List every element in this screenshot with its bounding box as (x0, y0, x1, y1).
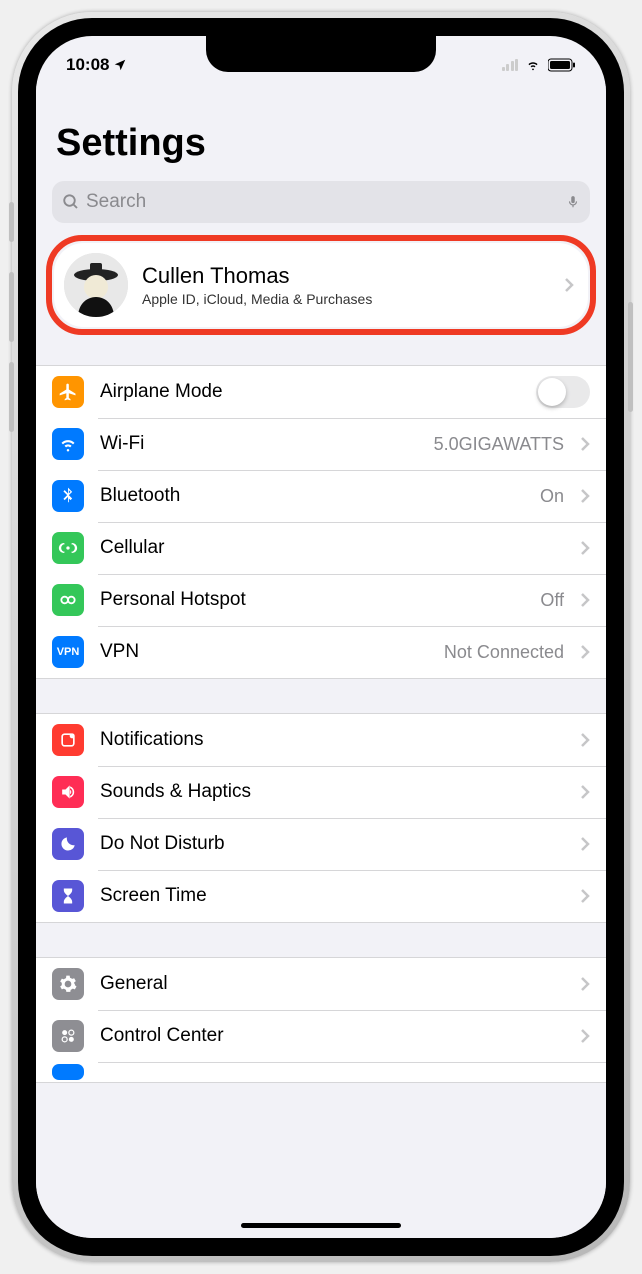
bluetooth-row[interactable]: Bluetooth On (36, 470, 606, 522)
sounds-row[interactable]: Sounds & Haptics (36, 766, 606, 818)
wifi-value: 5.0GIGAWATTS (434, 434, 564, 455)
partial-icon (52, 1064, 84, 1080)
chevron-right-icon (580, 836, 590, 852)
control-center-label: Control Center (100, 1025, 564, 1047)
highlight-profile: Cullen Thomas Apple ID, iCloud, Media & … (46, 235, 596, 335)
chevron-right-icon (580, 732, 590, 748)
hourglass-icon (52, 880, 84, 912)
volume-down-button (9, 362, 14, 432)
general-label: General (100, 973, 564, 995)
bluetooth-value: On (540, 486, 564, 507)
hotspot-row[interactable]: Personal Hotspot Off (36, 574, 606, 626)
hotspot-label: Personal Hotspot (100, 589, 524, 611)
device-frame: 10:08 Settings (12, 12, 630, 1262)
location-icon (113, 58, 127, 72)
vpn-icon: VPN (52, 636, 84, 668)
chevron-right-icon (580, 784, 590, 800)
chevron-right-icon (580, 436, 590, 452)
sounds-icon (52, 776, 84, 808)
profile-subtitle: Apple ID, iCloud, Media & Purchases (142, 291, 550, 307)
screentime-label: Screen Time (100, 885, 564, 907)
airplane-mode-row[interactable]: Airplane Mode (36, 366, 606, 418)
mic-icon[interactable] (566, 192, 580, 212)
wifi-row[interactable]: Wi-Fi 5.0GIGAWATTS (36, 418, 606, 470)
chevron-right-icon (580, 888, 590, 904)
partial-row[interactable] (36, 1062, 606, 1082)
airplane-mode-toggle[interactable] (536, 376, 590, 408)
wifi-icon (524, 58, 542, 72)
page-title: Settings (36, 84, 606, 175)
sounds-label: Sounds & Haptics (100, 781, 564, 803)
mute-switch (9, 202, 14, 242)
vpn-label: VPN (100, 641, 428, 663)
volume-up-button (9, 272, 14, 342)
cellular-icon (52, 532, 84, 564)
vpn-row[interactable]: VPN VPN Not Connected (36, 626, 606, 678)
vpn-value: Not Connected (444, 642, 564, 663)
status-time: 10:08 (66, 55, 109, 75)
cellular-label: Cellular (100, 537, 564, 559)
notch (206, 36, 436, 72)
general-row[interactable]: General (36, 958, 606, 1010)
chevron-right-icon (564, 277, 574, 293)
settings-group-connectivity: Airplane Mode Wi-Fi 5.0GIGAWATTS (36, 365, 606, 679)
battery-icon (548, 58, 576, 72)
chevron-right-icon (580, 488, 590, 504)
screentime-row[interactable]: Screen Time (36, 870, 606, 922)
airplane-mode-label: Airplane Mode (100, 381, 520, 403)
control-center-icon (52, 1020, 84, 1052)
wifi-label: Wi-Fi (100, 433, 418, 455)
moon-icon (52, 828, 84, 860)
chevron-right-icon (580, 540, 590, 556)
chevron-right-icon (580, 644, 590, 660)
notifications-icon (52, 724, 84, 756)
chevron-right-icon (580, 1028, 590, 1044)
notifications-label: Notifications (100, 729, 564, 751)
hotspot-icon (52, 584, 84, 616)
bluetooth-icon (52, 480, 84, 512)
search-input[interactable] (86, 191, 560, 213)
dnd-row[interactable]: Do Not Disturb (36, 818, 606, 870)
settings-group-notifications: Notifications Sounds & Haptics (36, 713, 606, 923)
profile-name: Cullen Thomas (142, 263, 550, 289)
home-indicator[interactable] (241, 1223, 401, 1228)
chevron-right-icon (580, 976, 590, 992)
gear-icon (52, 968, 84, 1000)
cellular-signal-icon (502, 59, 519, 71)
search-icon (62, 193, 80, 211)
airplane-icon (52, 376, 84, 408)
apple-id-row[interactable]: Cullen Thomas Apple ID, iCloud, Media & … (54, 243, 588, 327)
wifi-row-icon (52, 428, 84, 460)
hotspot-value: Off (540, 590, 564, 611)
dnd-label: Do Not Disturb (100, 833, 564, 855)
control-center-row[interactable]: Control Center (36, 1010, 606, 1062)
side-button (628, 302, 633, 412)
avatar (64, 253, 128, 317)
search-bar[interactable] (52, 181, 590, 223)
chevron-right-icon (580, 592, 590, 608)
bluetooth-label: Bluetooth (100, 485, 524, 507)
settings-group-general: General Control Center (36, 957, 606, 1083)
notifications-row[interactable]: Notifications (36, 714, 606, 766)
cellular-row[interactable]: Cellular (36, 522, 606, 574)
